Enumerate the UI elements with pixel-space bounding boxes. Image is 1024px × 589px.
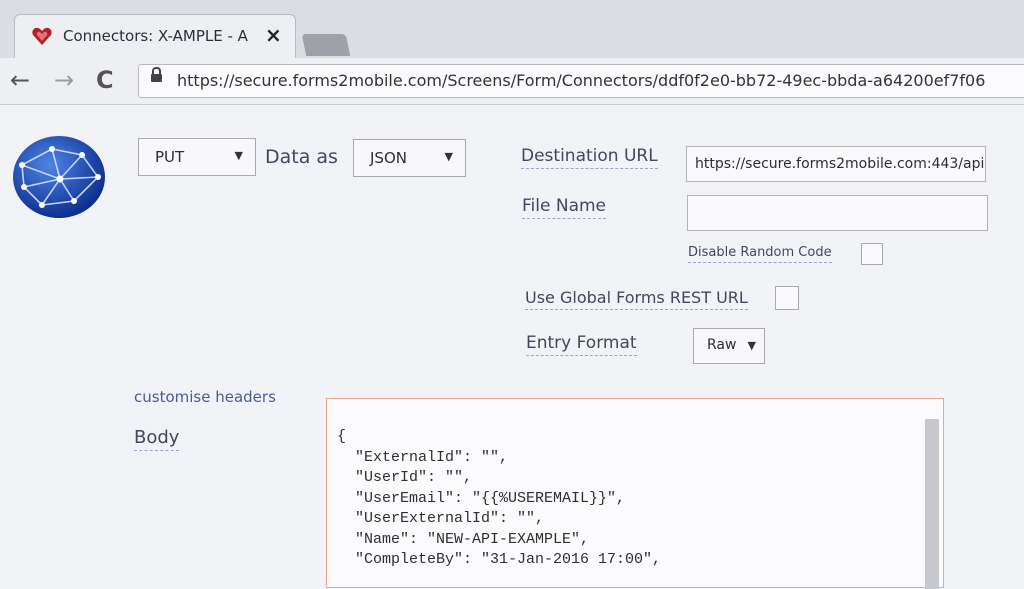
customise-headers-link[interactable]: customise headers xyxy=(134,388,276,406)
network-globe-icon xyxy=(13,136,105,218)
chevron-down-icon: ▼ xyxy=(444,150,453,163)
destination-url-label: Destination URL xyxy=(521,146,658,169)
data-format-select[interactable]: JSON ▼ xyxy=(353,139,466,177)
body-textarea[interactable]: { "ExternalId": "", "UserId": "", "UserE… xyxy=(326,398,944,589)
use-global-rest-url-checkbox[interactable] xyxy=(775,286,799,310)
disable-random-code-label: Disable Random Code xyxy=(688,245,832,263)
back-button[interactable]: ← xyxy=(10,66,30,94)
body-code: { "ExternalId": "", "UserId": "", "UserE… xyxy=(337,427,661,571)
lock-icon xyxy=(151,67,162,82)
method-select[interactable]: PUT ▼ xyxy=(138,138,256,176)
file-name-label: File Name xyxy=(522,196,607,219)
body-line: "ExternalId": "", xyxy=(337,448,509,466)
tab-title: Connectors: X-AMPLE - A xyxy=(63,27,248,45)
entry-format-label: Entry Format xyxy=(526,333,637,356)
new-tab-button[interactable] xyxy=(301,34,351,56)
body-label: Body xyxy=(134,427,180,451)
destination-url-input[interactable]: https://secure.forms2mobile.com:443/api, xyxy=(686,146,986,182)
body-line: { xyxy=(337,428,347,445)
reload-button[interactable]: C xyxy=(96,66,114,94)
tab-close-button[interactable]: × xyxy=(265,23,282,47)
chevron-down-icon: ▼ xyxy=(747,339,756,352)
entry-format-select[interactable]: Raw ▼ xyxy=(693,328,765,364)
body-line: "CompleteBy": "31-Jan-2016 17:00", xyxy=(337,551,662,568)
use-global-rest-url-label: Use Global Forms REST URL xyxy=(525,288,748,310)
data-as-label: Data as xyxy=(265,146,338,168)
browser-toolbar: ← → C https://secure.forms2mobile.com/Sc… xyxy=(0,58,1024,105)
address-bar[interactable]: https://secure.forms2mobile.com/Screens/… xyxy=(138,64,1024,98)
entry-format-value: Raw xyxy=(707,337,737,353)
browser-tab[interactable]: Connectors: X-AMPLE - A × xyxy=(14,14,296,58)
body-line: "UserExternalId": "", xyxy=(337,510,545,527)
method-value: PUT xyxy=(155,148,185,166)
data-format-value: JSON xyxy=(370,149,407,167)
forward-button[interactable]: → xyxy=(54,66,74,94)
heart-shield-icon xyxy=(32,27,52,45)
url-text[interactable]: https://secure.forms2mobile.com/Screens/… xyxy=(177,71,985,90)
tab-strip: Connectors: X-AMPLE - A × xyxy=(0,0,1024,58)
disable-random-code-checkbox[interactable] xyxy=(861,243,883,265)
chevron-down-icon: ▼ xyxy=(234,149,243,162)
body-scrollbar[interactable] xyxy=(925,419,939,589)
body-line: "UserId": "", xyxy=(337,469,473,486)
file-name-input[interactable] xyxy=(687,195,988,231)
body-line: "UserEmail": "{{%USEREMAIL}}", xyxy=(337,489,626,507)
body-line: "Name": "NEW-API-EXAMPLE", xyxy=(337,530,590,548)
